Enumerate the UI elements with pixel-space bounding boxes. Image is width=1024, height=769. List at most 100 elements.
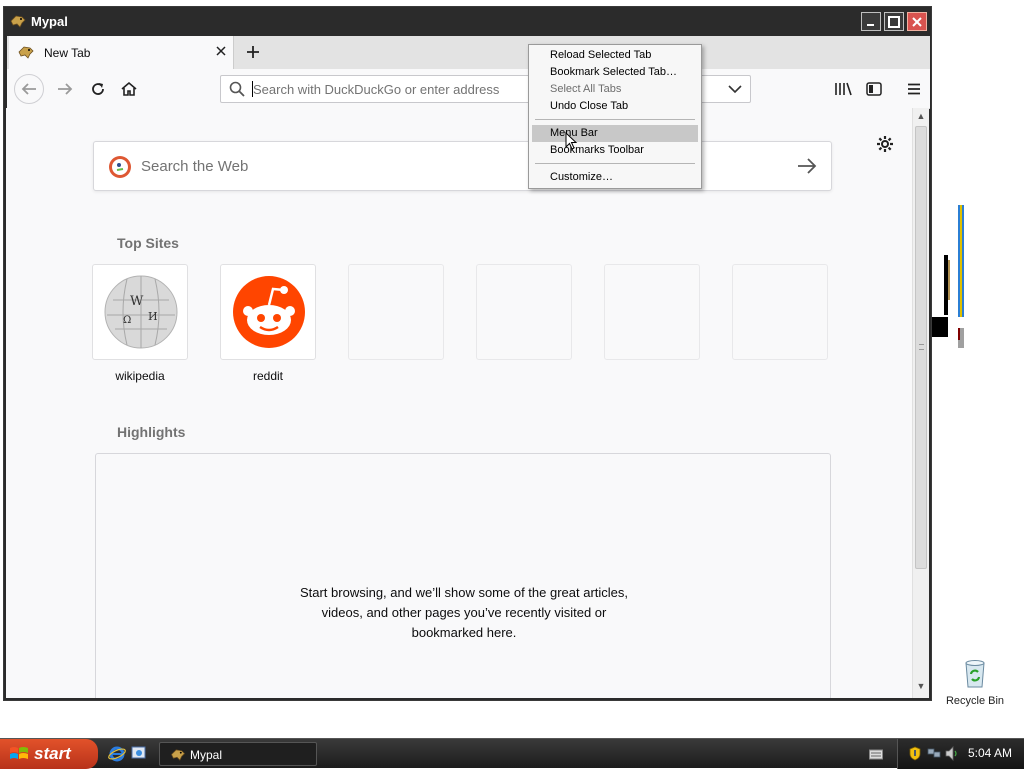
menu-item-select-all-tabs[interactable]: Select All Tabs	[532, 81, 698, 98]
text-caret	[252, 81, 253, 97]
wikipedia-logo-icon: W И Ω	[104, 275, 178, 349]
desktop-artifact	[958, 328, 960, 340]
close-icon	[216, 46, 226, 56]
plus-icon	[247, 46, 259, 58]
scroll-down-arrow-icon[interactable]: ▼	[913, 681, 929, 695]
top-site-empty	[348, 264, 444, 360]
highlights-message: Start browsing, and we’ll show some of t…	[96, 583, 832, 643]
minimize-button[interactable]	[861, 12, 881, 31]
menu-item-label: Customize…	[550, 171, 613, 183]
menu-item-customize[interactable]: Customize…	[532, 169, 698, 186]
clock: 5:04 AM	[968, 746, 1013, 760]
svg-text:Ω: Ω	[123, 315, 131, 326]
minimize-icon	[867, 23, 874, 26]
menu-item-label: Bookmark Selected Tab…	[550, 66, 677, 78]
start-button[interactable]: start	[0, 739, 98, 769]
menu-separator	[535, 119, 695, 120]
hamburger-icon	[908, 83, 920, 95]
menu-item-bookmark-selected-tab[interactable]: Bookmark Selected Tab…	[532, 64, 698, 81]
home-icon	[121, 81, 137, 96]
library-button[interactable]	[831, 77, 855, 101]
top-site-reddit[interactable]	[220, 264, 316, 360]
taskbar-button-label: Mypal	[190, 748, 223, 762]
top-site-empty	[476, 264, 572, 360]
web-search-placeholder: Search the Web	[141, 158, 249, 175]
search-icon	[229, 81, 245, 97]
reddit-logo-icon	[233, 276, 305, 348]
home-button[interactable]	[115, 76, 143, 102]
menu-item-label: Reload Selected Tab	[550, 49, 652, 61]
menu-item-menu-bar[interactable]: Menu Bar	[532, 125, 698, 142]
scrollbar-thumb[interactable]	[915, 126, 927, 569]
svg-text:W: W	[130, 294, 144, 309]
show-desktop-icon[interactable]	[131, 745, 147, 761]
desktop-artifact	[960, 205, 962, 317]
top-sites-heading: Top Sites	[117, 235, 179, 251]
taskbar-button-mypal[interactable]: Mypal	[159, 742, 317, 766]
top-site-empty	[732, 264, 828, 360]
highlights-message-line: bookmarked here.	[411, 625, 517, 640]
chevron-down-icon[interactable]	[727, 82, 743, 96]
tab-label: New Tab	[44, 46, 91, 60]
title-bar[interactable]: Mypal	[4, 7, 931, 36]
tab-new-tab[interactable]: New Tab	[9, 36, 234, 69]
top-site-label: reddit	[252, 369, 284, 383]
scrollbar-grip	[919, 344, 924, 350]
network-icon[interactable]	[927, 747, 941, 759]
forward-button[interactable]	[51, 76, 79, 102]
security-shield-icon[interactable]	[909, 746, 921, 761]
address-bar-placeholder: Search with DuckDuckGo or enter address	[253, 82, 500, 97]
highlights-empty-state: Start browsing, and we’ll show some of t…	[95, 453, 831, 698]
sidebar-icon	[866, 82, 882, 96]
library-icon	[835, 82, 852, 96]
reload-button[interactable]	[84, 76, 112, 102]
arrow-right-icon[interactable]	[796, 156, 818, 176]
open-menu-button[interactable]	[902, 77, 926, 101]
desktop-artifact	[948, 260, 950, 300]
desktop-artifact	[932, 317, 948, 337]
highlights-heading: Highlights	[117, 424, 186, 440]
menu-item-bookmarks-toolbar[interactable]: Bookmarks Toolbar	[532, 142, 698, 159]
mypal-logo-icon	[10, 15, 26, 28]
taskbar: start Mypal 5:04 AM	[0, 738, 1024, 769]
keyboard-icon[interactable]	[869, 748, 883, 760]
top-site-wikipedia[interactable]: W И Ω	[92, 264, 188, 360]
recycle-bin-icon[interactable]	[959, 657, 991, 689]
window-title: Mypal	[31, 14, 68, 29]
start-label: start	[34, 744, 71, 763]
duckduckgo-icon	[109, 156, 131, 178]
volume-icon[interactable]	[945, 746, 958, 761]
tab-strip: New Tab	[7, 36, 930, 69]
web-search-box[interactable]: Search the Web	[93, 141, 832, 191]
forward-arrow-icon	[58, 83, 73, 95]
close-icon	[912, 16, 922, 27]
sidebar-button[interactable]	[862, 77, 886, 101]
highlights-message-line: videos, and other pages you’ve recently …	[321, 605, 607, 620]
top-site-empty	[604, 264, 700, 360]
svg-text:И: И	[148, 310, 158, 323]
recycle-bin-label: Recycle Bin	[945, 695, 1005, 707]
menu-item-label: Select All Tabs	[550, 83, 622, 95]
menu-separator	[535, 163, 695, 164]
tab-close-button[interactable]	[212, 42, 230, 62]
highlights-message-line: Start browsing, and we’ll show some of t…	[299, 585, 629, 600]
scroll-up-arrow-icon[interactable]: ▲	[913, 111, 929, 125]
maximize-button[interactable]	[884, 12, 904, 31]
close-button[interactable]	[907, 12, 927, 31]
system-tray: 5:04 AM	[897, 739, 1024, 769]
reload-icon	[92, 83, 104, 95]
vertical-scrollbar[interactable]: ▲ ▼	[912, 108, 929, 698]
new-tab-button[interactable]	[240, 40, 266, 66]
new-tab-page: Search the Web Top Sites W И Ω wikipedia…	[6, 108, 912, 698]
top-site-label: wikipedia	[115, 369, 165, 383]
gear-icon[interactable]	[875, 134, 895, 154]
internet-explorer-icon[interactable]	[108, 745, 126, 763]
mypal-logo-icon	[18, 46, 34, 59]
navigation-toolbar: Search with DuckDuckGo or enter address	[7, 69, 930, 109]
menu-item-undo-close-tab[interactable]: Undo Close Tab	[532, 98, 698, 115]
mypal-logo-icon	[171, 749, 186, 761]
maximize-icon	[888, 15, 900, 28]
menu-item-label: Undo Close Tab	[550, 100, 629, 112]
menu-item-reload-selected-tab[interactable]: Reload Selected Tab	[532, 47, 698, 64]
back-button[interactable]	[14, 74, 44, 104]
